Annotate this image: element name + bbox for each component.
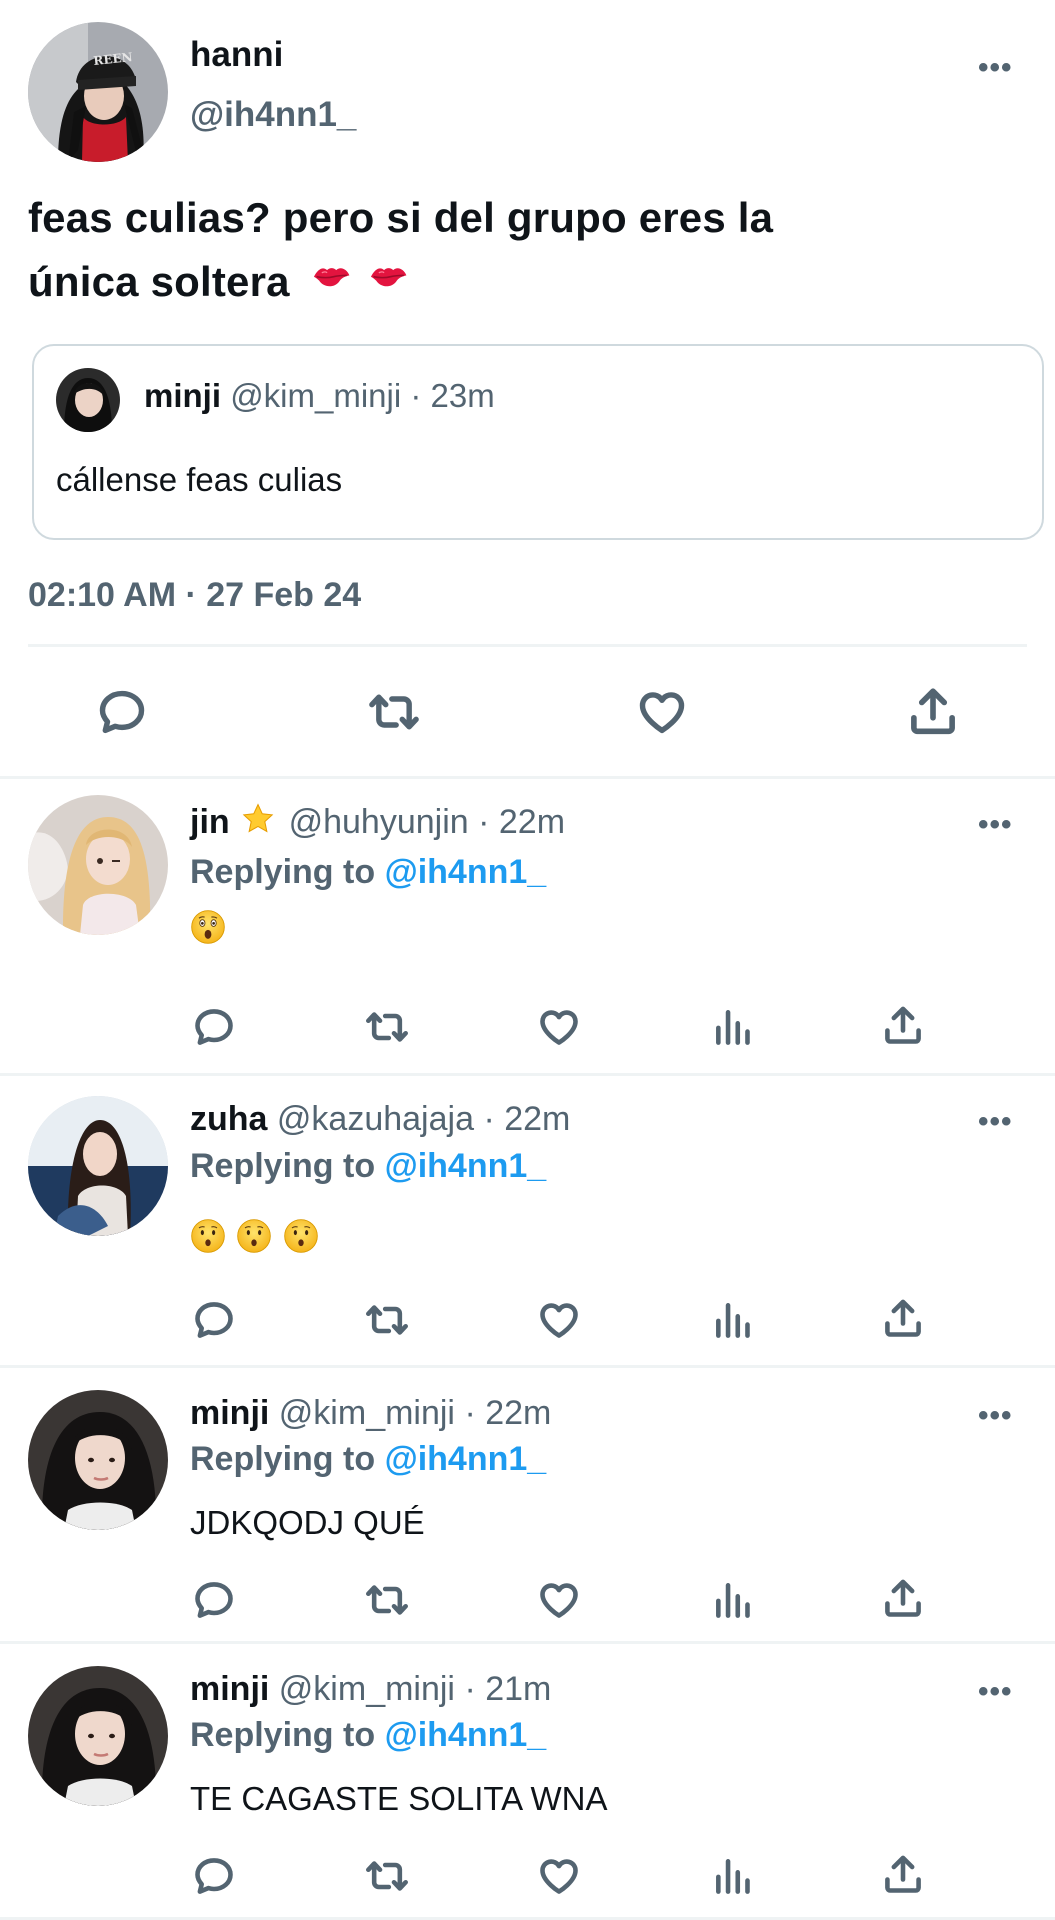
quoted-header: minji @kim_minji · 23m — [144, 376, 495, 416]
tweet-timestamp[interactable]: 02:10 AM · 27 Feb 24 — [28, 574, 361, 616]
more-options-icon[interactable]: ••• — [978, 53, 1013, 83]
replying-to-label: Replying to — [190, 853, 376, 891]
astonished-face-icon — [190, 909, 226, 950]
timestamp-divider — [28, 644, 1027, 647]
replying-to-handle[interactable]: @ih4nn1_ — [385, 1440, 547, 1478]
reply-header: zuha @kazuhajaja · 22m — [190, 1098, 570, 1140]
reply-icon[interactable] — [96, 686, 148, 738]
reply-icon[interactable] — [192, 1854, 236, 1898]
retweet-icon[interactable] — [362, 1578, 412, 1622]
like-icon[interactable] — [537, 1005, 581, 1049]
more-options-icon[interactable]: ••• — [978, 810, 1013, 840]
retweet-icon[interactable] — [362, 1854, 412, 1898]
reply-handle[interactable]: @kazuhajaja — [277, 1100, 474, 1138]
like-icon[interactable] — [537, 1854, 581, 1898]
reply-avatar[interactable] — [28, 1096, 168, 1236]
hushed-face-icon — [236, 1218, 272, 1259]
share-icon[interactable] — [881, 1576, 925, 1620]
more-options-icon[interactable]: ••• — [978, 1401, 1013, 1431]
reply-item[interactable]: minji @kim_minji · 22m ••• Replying to @… — [0, 1368, 1055, 1642]
retweet-icon[interactable] — [365, 686, 423, 738]
reply-time[interactable]: · 22m — [464, 1394, 551, 1432]
tweet-text: feas culias? pero si del grupo eres la ú… — [28, 186, 1028, 317]
quoted-time[interactable]: · 23m — [410, 377, 494, 414]
reply-handle[interactable]: @kim_minji — [279, 1394, 455, 1432]
reply-avatar[interactable] — [28, 1666, 168, 1806]
reply-text: TE CAGASTE SOLITA WNA — [190, 1780, 608, 1817]
tweet-text-line2-words: única soltera — [28, 258, 290, 305]
reply-time[interactable]: · 22m — [483, 1100, 570, 1138]
replying-to-line: Replying to @ih4nn1_ — [190, 1714, 546, 1756]
reply-display-name[interactable]: minji — [190, 1394, 269, 1432]
reply-item[interactable]: zuha @kazuhajaja · 22m ••• Replying to @… — [0, 1076, 1055, 1366]
more-options-icon[interactable]: ••• — [978, 1107, 1013, 1137]
reply-time[interactable]: · 22m — [478, 803, 565, 841]
star-icon — [241, 802, 275, 846]
reply-icon[interactable] — [192, 1298, 236, 1342]
replying-to-line: Replying to @ih4nn1_ — [190, 851, 546, 893]
author-handle[interactable]: @ih4nn1_ — [190, 94, 356, 136]
reply-text: JDKQODJ QUÉ — [190, 1504, 425, 1541]
share-icon[interactable] — [881, 1003, 925, 1047]
reply-text: 😯😯😯 — [190, 1218, 319, 1259]
retweet-icon[interactable] — [362, 1298, 412, 1342]
share-icon[interactable] — [881, 1852, 925, 1896]
author-display-name[interactable]: hanni — [190, 34, 283, 76]
replying-to-line: Replying to @ih4nn1_ — [190, 1145, 546, 1187]
replying-to-handle[interactable]: @ih4nn1_ — [385, 1147, 547, 1185]
reply-display-name[interactable]: minji — [190, 1670, 269, 1708]
tweet-text-line1: feas culias? pero si del grupo eres la — [28, 194, 774, 241]
reply-display-name[interactable]: jin — [190, 803, 230, 841]
quoted-author-avatar[interactable] — [56, 368, 120, 432]
reply-avatar[interactable] — [28, 795, 168, 935]
reply-header: minji @kim_minji · 22m — [190, 1392, 551, 1434]
reply-avatar[interactable] — [28, 1390, 168, 1530]
tweet-text-line2: única soltera 💋💋 — [28, 250, 1028, 317]
reply-display-name[interactable]: zuha — [190, 1100, 267, 1138]
replying-to-label: Replying to — [190, 1716, 376, 1754]
like-icon[interactable] — [537, 1298, 581, 1342]
replying-to-line: Replying to @ih4nn1_ — [190, 1438, 546, 1480]
like-icon[interactable] — [636, 686, 688, 738]
reply-text: 😲 — [190, 909, 226, 950]
retweet-icon[interactable] — [362, 1005, 412, 1049]
views-icon[interactable] — [711, 1578, 755, 1622]
share-icon[interactable] — [881, 1296, 925, 1340]
quoted-display-name[interactable]: minji — [144, 377, 221, 414]
replying-to-handle[interactable]: @ih4nn1_ — [385, 853, 547, 891]
quoted-handle[interactable]: @kim_minji — [230, 377, 401, 414]
reply-time[interactable]: · 21m — [464, 1670, 551, 1708]
kiss-mark-icon — [367, 253, 409, 317]
hushed-face-icon — [283, 1218, 319, 1259]
quoted-tweet-card[interactable]: minji @kim_minji · 23m cállense feas cul… — [32, 344, 1044, 540]
reply-icon[interactable] — [192, 1005, 236, 1049]
share-icon[interactable] — [906, 684, 960, 738]
reply-icon[interactable] — [192, 1578, 236, 1622]
author-avatar[interactable]: REEN — [28, 22, 168, 162]
reply-handle[interactable]: @kim_minji — [279, 1670, 455, 1708]
quoted-text: cállense feas culias — [56, 461, 343, 498]
reply-item[interactable]: minji @kim_minji · 21m ••• Replying to @… — [0, 1644, 1055, 1920]
like-icon[interactable] — [537, 1578, 581, 1622]
views-icon[interactable] — [711, 1854, 755, 1898]
reply-handle[interactable]: @huhyunjin — [289, 803, 469, 841]
more-options-icon[interactable]: ••• — [978, 1677, 1013, 1707]
reply-header: jin ⭐ @huhyunjin · 22m — [190, 801, 565, 846]
reply-item[interactable]: jin ⭐ @huhyunjin · 22m ••• Replying to @… — [0, 779, 1055, 1073]
hushed-face-icon — [190, 1218, 226, 1259]
kiss-mark-icon — [310, 253, 352, 317]
replying-to-label: Replying to — [190, 1147, 376, 1185]
reply-header: minji @kim_minji · 21m — [190, 1668, 551, 1710]
replying-to-handle[interactable]: @ih4nn1_ — [385, 1716, 547, 1754]
views-icon[interactable] — [711, 1298, 755, 1342]
replying-to-label: Replying to — [190, 1440, 376, 1478]
views-icon[interactable] — [711, 1005, 755, 1049]
